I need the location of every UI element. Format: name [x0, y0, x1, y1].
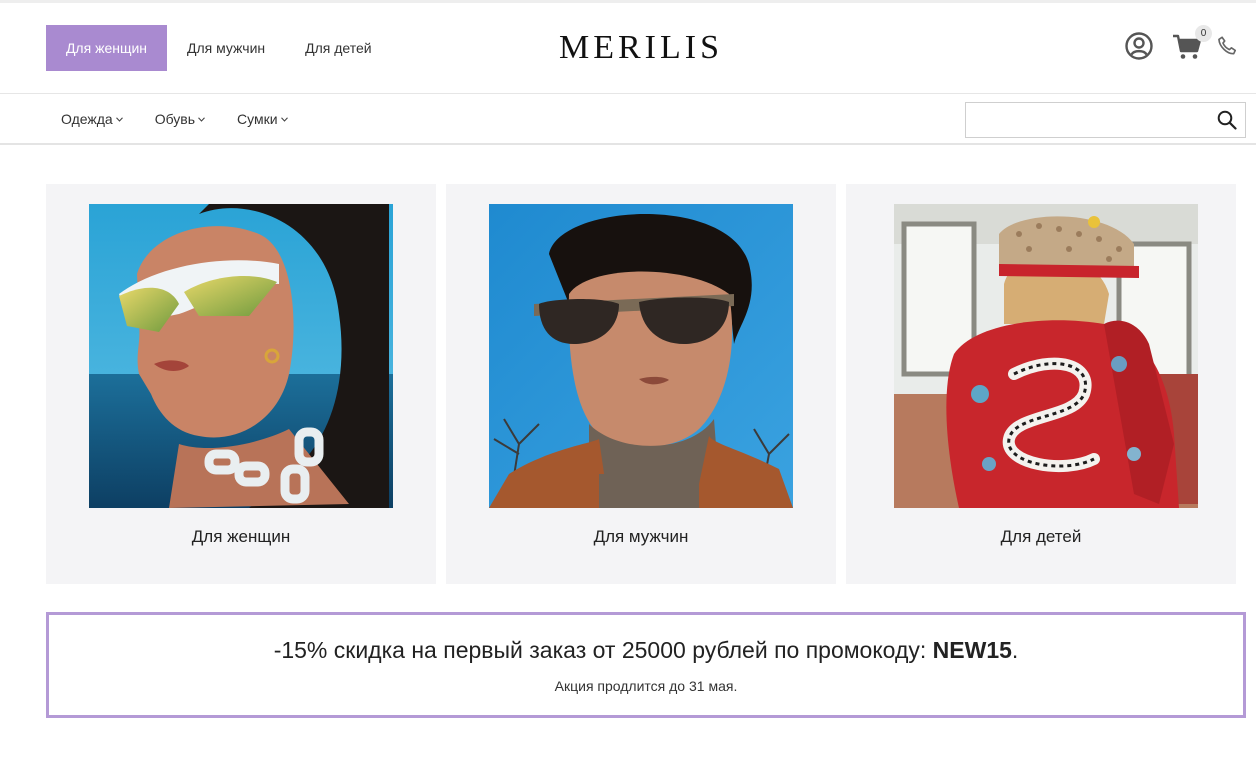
- card-caption[interactable]: Для женщин: [46, 527, 436, 547]
- category-clothing[interactable]: Одежда: [61, 111, 123, 127]
- site-logo[interactable]: MERILIS: [528, 27, 754, 69]
- search-box: [965, 102, 1246, 138]
- phone-icon[interactable]: [1216, 35, 1238, 57]
- card-caption[interactable]: Для мужчин: [446, 527, 836, 547]
- cart-count-badge: 0: [1195, 25, 1212, 42]
- cart-icon[interactable]: 0: [1172, 25, 1212, 61]
- promo-banner: -15% скидка на первый заказ от 25000 руб…: [46, 612, 1246, 718]
- account-icon[interactable]: [1124, 31, 1154, 61]
- category-bags-label: Сумки: [237, 111, 278, 127]
- men-photo[interactable]: [489, 204, 793, 508]
- card-women[interactable]: Для женщин: [46, 184, 436, 584]
- card-kids[interactable]: Для детей: [846, 184, 1236, 584]
- tab-men[interactable]: Для мужчин: [167, 25, 285, 71]
- chevron-down-icon: [280, 116, 288, 122]
- gender-nav: Для женщин Для мужчин Для детей: [46, 25, 392, 71]
- card-caption[interactable]: Для детей: [846, 527, 1236, 547]
- category-nav: Одежда Обувь Сумки: [61, 95, 288, 143]
- promo-headline: -15% скидка на первый заказ от 25000 руб…: [49, 637, 1243, 664]
- card-men[interactable]: Для мужчин: [446, 184, 836, 584]
- category-bags[interactable]: Сумки: [237, 111, 288, 127]
- category-shoes[interactable]: Обувь: [155, 111, 205, 127]
- promo-subtext: Акция продлится до 31 мая.: [554, 678, 738, 694]
- chevron-down-icon: [115, 116, 123, 122]
- site-header: Для женщин Для мужчин Для детей MERILIS …: [0, 3, 1256, 94]
- tab-kids[interactable]: Для детей: [285, 25, 391, 71]
- kids-photo[interactable]: [894, 204, 1198, 508]
- chevron-down-icon: [198, 116, 205, 122]
- promo-text: -15% скидка на первый заказ от 25000 руб…: [273, 637, 933, 663]
- tab-women[interactable]: Для женщин: [46, 25, 167, 71]
- search-input[interactable]: [966, 103, 1206, 137]
- category-clothing-label: Одежда: [61, 111, 113, 127]
- category-shoes-label: Обувь: [154, 111, 196, 127]
- category-cards: Для женщин Для мужчин Для детей: [46, 184, 1236, 584]
- women-photo[interactable]: [89, 204, 393, 508]
- category-bar: Одежда Обувь Сумки: [0, 95, 1256, 145]
- header-icons: 0: [1124, 25, 1238, 61]
- search-icon[interactable]: [1217, 110, 1237, 130]
- promo-text-end: .: [1011, 637, 1019, 663]
- promo-code: NEW15: [932, 637, 1012, 663]
